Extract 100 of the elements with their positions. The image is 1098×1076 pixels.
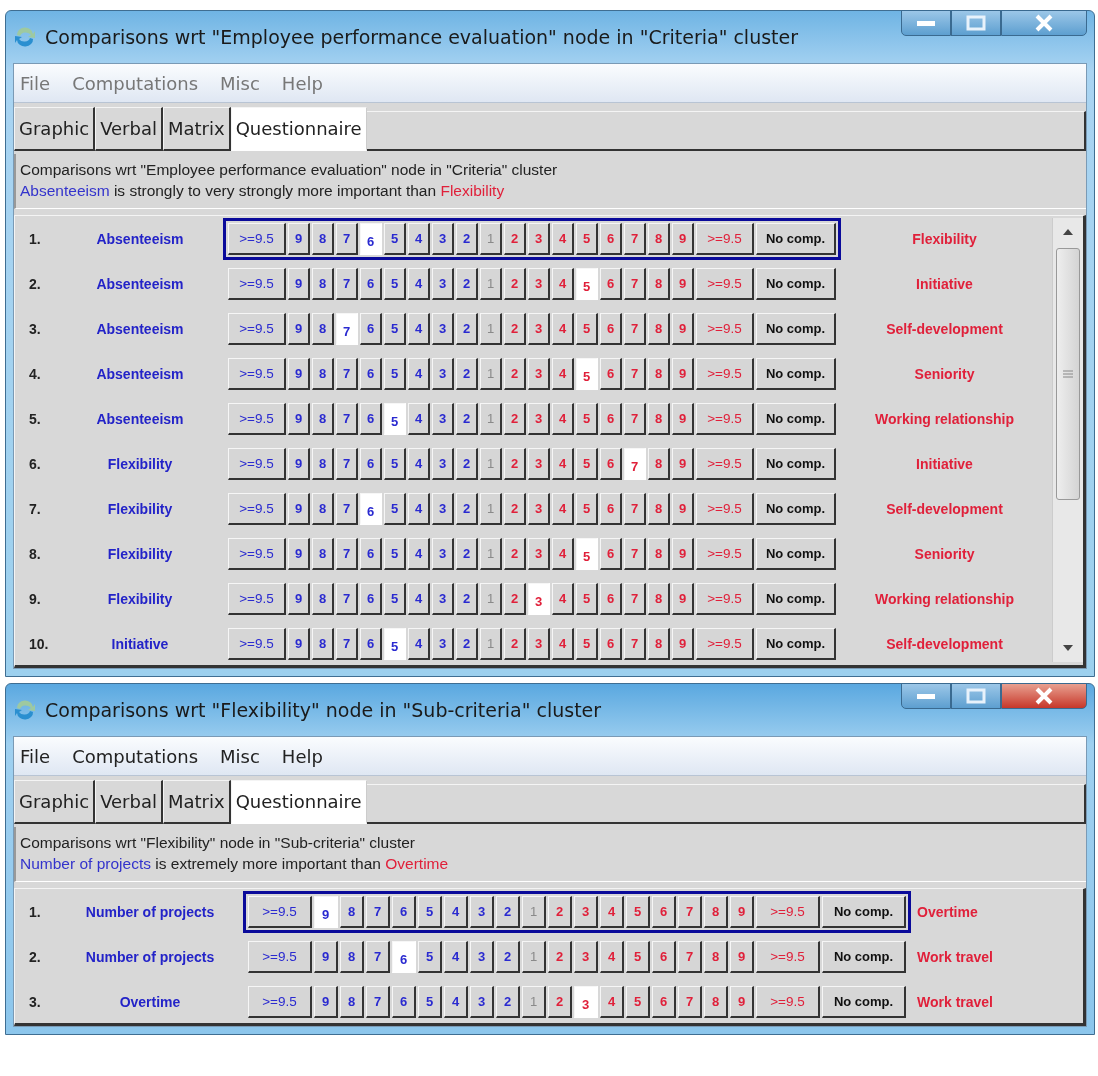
scale-cell[interactable]: 8 <box>312 358 334 390</box>
scale-cell[interactable]: 3 <box>432 268 454 300</box>
scale-cell[interactable]: 5 <box>576 268 598 300</box>
scale-cell[interactable]: 5 <box>576 358 598 390</box>
scale-cell[interactable]: 5 <box>576 538 598 570</box>
scale-cell[interactable]: >=9.5 <box>696 538 754 570</box>
scale-cell[interactable]: 4 <box>408 358 430 390</box>
scale-cell[interactable]: 7 <box>366 941 390 973</box>
no-comparison-button[interactable]: No comp. <box>756 538 836 570</box>
minimize-button[interactable] <box>901 683 951 709</box>
scale-cell[interactable]: 9 <box>672 628 694 660</box>
scale-cell[interactable]: 3 <box>574 986 598 1018</box>
scale-cell[interactable]: 7 <box>336 493 358 525</box>
scale-cell[interactable]: 6 <box>360 223 382 255</box>
no-comparison-button[interactable]: No comp. <box>756 313 836 345</box>
menu-item[interactable]: File <box>20 72 51 94</box>
scale-cell[interactable]: 8 <box>312 493 334 525</box>
scale-cell[interactable]: 6 <box>652 941 676 973</box>
no-comparison-button[interactable]: No comp. <box>822 986 906 1018</box>
scale-cell[interactable]: >=9.5 <box>696 358 754 390</box>
scale-cell[interactable]: 8 <box>648 448 670 480</box>
scale-cell[interactable]: 7 <box>366 986 390 1018</box>
scale-cell[interactable]: 2 <box>496 896 520 928</box>
scale-cell[interactable]: 4 <box>408 448 430 480</box>
close-icon[interactable] <box>1033 687 1055 705</box>
scale-cell[interactable]: 4 <box>408 583 430 615</box>
scale-cell[interactable]: 4 <box>552 358 574 390</box>
scale-cell[interactable]: 3 <box>470 941 494 973</box>
scale-cell[interactable]: 2 <box>548 986 572 1018</box>
scale-cell[interactable]: 8 <box>312 628 334 660</box>
scale-cell[interactable]: 8 <box>648 403 670 435</box>
scale-cell[interactable]: 5 <box>384 313 406 345</box>
scale-cell[interactable]: 4 <box>444 896 468 928</box>
scale-cell[interactable]: 6 <box>600 268 622 300</box>
scale-cell[interactable]: 2 <box>504 493 526 525</box>
tab[interactable]: Graphic <box>14 107 96 151</box>
scale-cell[interactable]: >=9.5 <box>696 448 754 480</box>
scale-cell[interactable]: 5 <box>384 448 406 480</box>
scale-cell[interactable]: 7 <box>624 583 646 615</box>
scale-cell[interactable]: 9 <box>288 313 310 345</box>
scale-cell[interactable]: 7 <box>336 358 358 390</box>
scale-cell[interactable]: 9 <box>314 986 338 1018</box>
tab[interactable]: Verbal <box>95 107 163 151</box>
scale-cell[interactable]: 9 <box>672 538 694 570</box>
no-comparison-button[interactable]: No comp. <box>756 268 836 300</box>
scale-cell[interactable]: 4 <box>600 941 624 973</box>
scale-cell[interactable]: >=9.5 <box>228 358 286 390</box>
scale-cell[interactable]: 7 <box>624 538 646 570</box>
scale-cell[interactable]: 9 <box>288 223 310 255</box>
scale-cell[interactable]: 6 <box>600 223 622 255</box>
scale-cell[interactable]: 2 <box>456 583 478 615</box>
scale-cell[interactable]: 4 <box>552 583 574 615</box>
scale-cell[interactable]: 3 <box>470 896 494 928</box>
scale-cell[interactable]: 8 <box>704 896 728 928</box>
scale-cell[interactable]: 9 <box>672 448 694 480</box>
scale-cell[interactable]: 8 <box>648 313 670 345</box>
scale-cell[interactable]: 5 <box>418 896 442 928</box>
scale-cell[interactable]: >=9.5 <box>696 493 754 525</box>
no-comparison-button[interactable]: No comp. <box>756 223 836 255</box>
scale-cell[interactable]: 3 <box>528 583 550 615</box>
scale-cell[interactable]: 8 <box>312 403 334 435</box>
scale-cell[interactable]: 8 <box>648 223 670 255</box>
scale-cell[interactable]: 4 <box>600 896 624 928</box>
scale-cell[interactable]: 4 <box>552 628 574 660</box>
scale-cell[interactable]: 8 <box>312 538 334 570</box>
scale-cell[interactable]: 7 <box>624 628 646 660</box>
scale-cell[interactable]: 3 <box>432 403 454 435</box>
scale-cell[interactable]: 8 <box>648 493 670 525</box>
scale-cell[interactable]: 5 <box>576 628 598 660</box>
scale-cell[interactable]: 6 <box>600 448 622 480</box>
scale-cell[interactable]: 7 <box>336 538 358 570</box>
scrollbar[interactable] <box>1052 218 1083 662</box>
scale-cell[interactable]: 5 <box>576 493 598 525</box>
scale-cell[interactable]: 6 <box>600 358 622 390</box>
scale-cell[interactable]: 8 <box>648 358 670 390</box>
scale-cell[interactable]: 5 <box>626 896 650 928</box>
scale-cell[interactable]: 9 <box>288 493 310 525</box>
scale-cell[interactable]: 5 <box>626 941 650 973</box>
scale-cell[interactable]: 4 <box>552 448 574 480</box>
scale-cell[interactable]: 3 <box>432 583 454 615</box>
scroll-up-icon[interactable] <box>1062 228 1074 236</box>
scale-cell[interactable]: 6 <box>652 986 676 1018</box>
scale-cell[interactable]: 7 <box>624 448 646 480</box>
scale-cell[interactable]: 3 <box>574 941 598 973</box>
scale-cell[interactable]: >=9.5 <box>228 583 286 615</box>
scale-cell[interactable]: 9 <box>288 448 310 480</box>
scale-cell[interactable]: >=9.5 <box>228 268 286 300</box>
scale-cell[interactable]: 8 <box>340 896 364 928</box>
scale-cell[interactable]: 4 <box>552 268 574 300</box>
scale-cell[interactable]: 6 <box>600 628 622 660</box>
scale-cell[interactable]: 2 <box>504 313 526 345</box>
scale-cell[interactable]: 6 <box>392 941 416 973</box>
scale-cell[interactable]: 4 <box>408 628 430 660</box>
close-button[interactable] <box>1001 10 1087 36</box>
scale-cell[interactable]: 5 <box>576 583 598 615</box>
scale-cell[interactable]: >=9.5 <box>228 313 286 345</box>
scale-cell[interactable]: 3 <box>432 223 454 255</box>
scale-cell[interactable]: 9 <box>288 268 310 300</box>
scale-cell[interactable]: 3 <box>528 448 550 480</box>
scale-cell[interactable]: 9 <box>672 583 694 615</box>
